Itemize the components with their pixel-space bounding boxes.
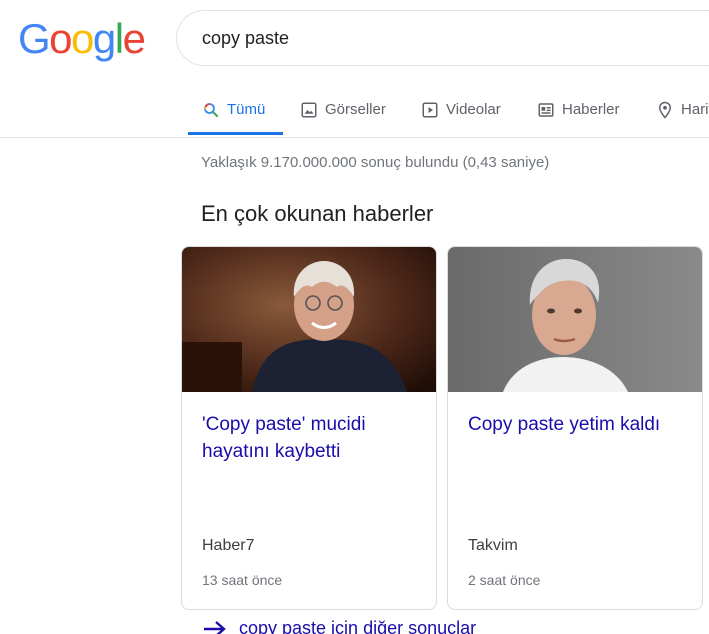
news-card[interactable]: Copy paste yetim kaldı Takvim 2 saat önc… [447, 246, 703, 610]
tab-label: Haberler [562, 101, 620, 118]
search-results-page: Google Tümü Görsel [0, 0, 709, 634]
logo-letter: e [122, 15, 146, 62]
news-source: Haber7 [202, 537, 255, 554]
tab-label: Tümü [227, 101, 266, 118]
tab-maps[interactable]: Harit [656, 82, 709, 137]
top-stories-title: En çok okunan haberler [201, 201, 434, 226]
search-input[interactable] [202, 25, 682, 51]
tab-label: Harit [681, 101, 709, 118]
tab-videos[interactable]: Videolar [421, 82, 501, 137]
logo-letter: g [92, 15, 116, 62]
search-tabs: Tümü Görseller Videolar Haberler Hari [0, 82, 709, 138]
news-thumbnail [182, 247, 436, 392]
video-icon [421, 101, 439, 119]
google-logo[interactable]: Google [18, 14, 146, 64]
news-time: 2 saat önce [468, 572, 541, 588]
tab-images[interactable]: Görseller [300, 82, 386, 137]
result-stats: Yaklaşık 9.170.000.000 sonuç bulundu (0,… [201, 154, 550, 171]
news-thumbnail [448, 247, 702, 392]
news-headline-link[interactable]: Copy paste yetim kaldı [468, 411, 684, 438]
news-time: 13 saat önce [202, 572, 283, 588]
news-card[interactable]: 'Copy paste' mucidi hayatını kaybetti Ha… [181, 246, 437, 610]
logo-letter: l [114, 15, 124, 62]
news-icon [537, 101, 555, 119]
more-results-link[interactable]: copy paste için diğer sonuçlar [203, 618, 476, 634]
logo-letter: G [18, 15, 51, 62]
more-results-label: copy paste için diğer sonuçlar [239, 618, 477, 634]
logo-letter: o [71, 15, 94, 62]
search-icon [202, 101, 220, 119]
image-icon [300, 101, 318, 119]
tab-all[interactable]: Tümü [202, 82, 265, 137]
news-source: Takvim [468, 537, 518, 554]
active-tab-indicator [188, 132, 283, 135]
search-box[interactable] [176, 10, 709, 66]
logo-letter: o [49, 15, 72, 62]
tab-label: Görseller [325, 101, 386, 118]
arrow-right-icon [203, 620, 227, 634]
news-headline-link[interactable]: 'Copy paste' mucidi hayatını kaybetti [202, 411, 418, 465]
map-pin-icon [656, 101, 674, 119]
tab-label: Videolar [446, 101, 501, 118]
tab-news[interactable]: Haberler [537, 82, 620, 137]
